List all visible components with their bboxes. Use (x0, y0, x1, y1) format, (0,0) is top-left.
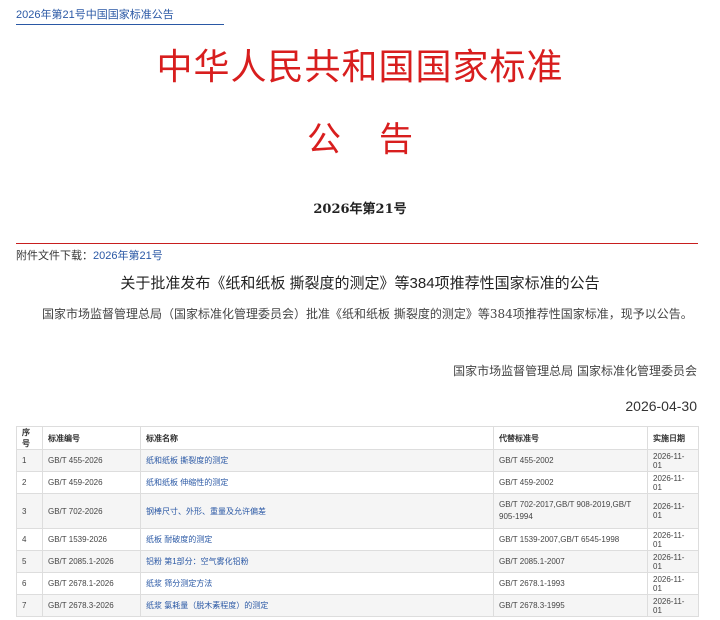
cell-effective-date: 2026-11-01 (647, 528, 699, 551)
attachment-line: 附件文件下载：2026年第21号 (16, 247, 163, 263)
cell-replaces: GB/T 2085.1-2007 (493, 550, 648, 573)
headline-sub: 公告 (307, 120, 451, 160)
cell-code: GB/T 2678.3-2026 (42, 594, 141, 617)
cell-effective-date: 2026-11-01 (647, 594, 699, 617)
cell-replaces: GB/T 459-2002 (493, 471, 648, 494)
header-effective-date: 实施日期 (647, 426, 699, 450)
cell-effective-date: 2026-11-01 (647, 493, 699, 529)
cell-effective-date: 2026-11-01 (647, 572, 699, 595)
breadcrumb[interactable]: 2026年第21号中国国家标准公告 (16, 6, 174, 22)
standards-table: 序号 标准编号 标准名称 代替标准号 实施日期 1 GB/T 455-2026 … (16, 426, 699, 617)
issue-date: 2026-04-30 (625, 398, 697, 414)
body-paragraph: 国家市场监督管理总局（国家标准化管理委员会）批准《纸和纸板 撕裂度的测定》等38… (42, 307, 693, 321)
cell-code: GB/T 2678.1-2026 (42, 572, 141, 595)
cell-index: 3 (16, 493, 43, 529)
cell-replaces: GB/T 702-2017,GB/T 908-2019,GB/T 905-199… (493, 493, 648, 529)
cell-index: 5 (16, 550, 43, 573)
table-row: 2 GB/T 459-2026 纸和纸板 伸缩性的测定 GB/T 459-200… (16, 471, 699, 494)
header-code: 标准编号 (42, 426, 141, 450)
cell-replaces: GB/T 2678.1-1993 (493, 572, 648, 595)
cell-code: GB/T 459-2026 (42, 471, 141, 494)
attachment-label: 附件文件下载： (16, 250, 93, 262)
issuer: 国家市场监督管理总局 国家标准化管理委员会 (453, 364, 697, 378)
cell-name-link[interactable]: 纸和纸板 撕裂度的测定 (140, 449, 494, 472)
cell-effective-date: 2026-11-01 (647, 471, 699, 494)
notice-number: 2026年第21号 (313, 202, 407, 217)
cell-replaces: GB/T 2678.3-1995 (493, 594, 648, 617)
cell-index: 1 (16, 449, 43, 472)
table-header-row: 序号 标准编号 标准名称 代替标准号 实施日期 (16, 426, 699, 450)
cell-index: 4 (16, 528, 43, 551)
table-row: 7 GB/T 2678.3-2026 纸浆 氯耗量（脱木素程度）的测定 GB/T… (16, 594, 699, 617)
page-title: 关于批准发布《纸和纸板 撕裂度的测定》等384项推荐性国家标准的公告 (120, 275, 600, 292)
cell-index: 7 (16, 594, 43, 617)
cell-replaces: GB/T 1539-2007,GB/T 6545-1998 (493, 528, 648, 551)
table-row: 5 GB/T 2085.1-2026 铝粉 第1部分：空气雾化铝粉 GB/T 2… (16, 550, 699, 573)
header-name: 标准名称 (140, 426, 494, 450)
breadcrumb-underline (16, 24, 224, 25)
table-row: 6 GB/T 2678.1-2026 纸浆 筛分测定方法 GB/T 2678.1… (16, 572, 699, 595)
attachment-link[interactable]: 2026年第21号 (93, 250, 163, 262)
cell-name-link[interactable]: 钢棒尺寸、外形、重量及允许偏差 (140, 493, 494, 529)
cell-name-link[interactable]: 铝粉 第1部分：空气雾化铝粉 (140, 550, 494, 573)
cell-name-link[interactable]: 纸板 耐破度的测定 (140, 528, 494, 551)
cell-name-link[interactable]: 纸浆 筛分测定方法 (140, 572, 494, 595)
cell-code: GB/T 455-2026 (42, 449, 141, 472)
cell-effective-date: 2026-11-01 (647, 550, 699, 573)
header-index: 序号 (16, 426, 43, 450)
cell-replaces: GB/T 455-2002 (493, 449, 648, 472)
red-divider (16, 243, 698, 244)
cell-name-link[interactable]: 纸和纸板 伸缩性的测定 (140, 471, 494, 494)
cell-effective-date: 2026-11-01 (647, 449, 699, 472)
cell-code: GB/T 2085.1-2026 (42, 550, 141, 573)
table-row: 1 GB/T 455-2026 纸和纸板 撕裂度的测定 GB/T 455-200… (16, 449, 699, 472)
header-replaces: 代替标准号 (493, 426, 648, 450)
cell-code: GB/T 1539-2026 (42, 528, 141, 551)
table-row: 4 GB/T 1539-2026 纸板 耐破度的测定 GB/T 1539-200… (16, 528, 699, 551)
cell-code: GB/T 702-2026 (42, 493, 141, 529)
headline-main: 中华人民共和国国家标准 (156, 47, 564, 88)
cell-index: 2 (16, 471, 43, 494)
table-row: 3 GB/T 702-2026 钢棒尺寸、外形、重量及允许偏差 GB/T 702… (16, 493, 699, 529)
cell-index: 6 (16, 572, 43, 595)
cell-name-link[interactable]: 纸浆 氯耗量（脱木素程度）的测定 (140, 594, 494, 617)
